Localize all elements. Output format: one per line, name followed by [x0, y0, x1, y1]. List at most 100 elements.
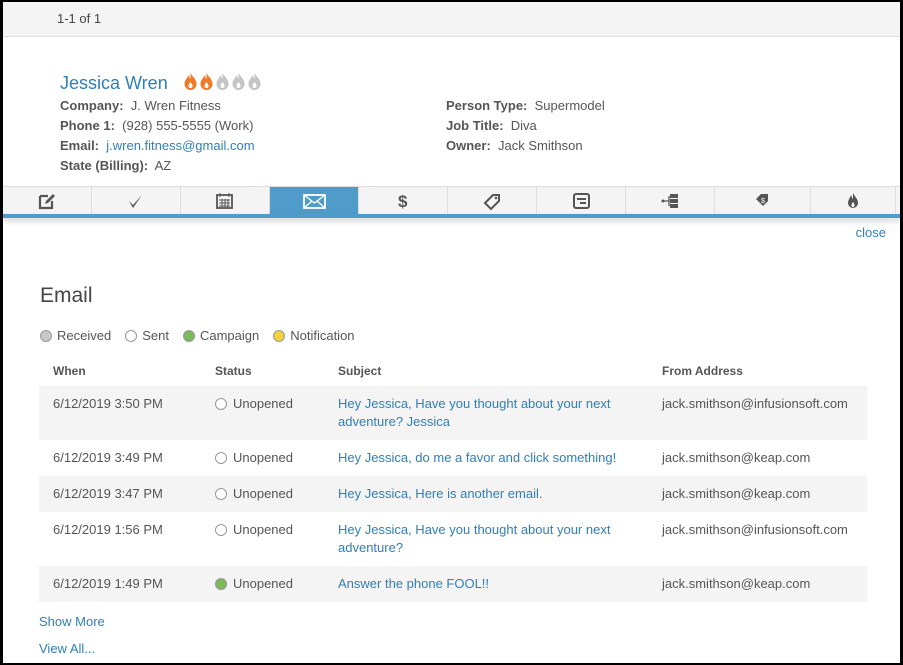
detail-value: J. Wren Fitness	[130, 98, 221, 113]
status-cell: Unopened	[215, 449, 324, 467]
legend-dot	[125, 329, 138, 342]
status-dot	[215, 398, 227, 410]
subject-link[interactable]: Hey Jessica, Here is another email.	[338, 486, 542, 501]
contact-details-right: Person Type: Supermodel Job Title: Diva Ow…	[446, 96, 605, 156]
contact-details-left: Company: J. Wren Fitness Phone 1: (928) 5…	[60, 96, 255, 176]
from-cell: jack.smithson@keap.com	[648, 476, 867, 512]
legend-dot	[182, 329, 195, 342]
detail-link[interactable]: j.wren.fitness@gmail.com	[106, 138, 254, 153]
tab-promo[interactable]: $	[715, 187, 811, 215]
detail-row: Owner: Jack Smithson	[446, 136, 605, 156]
task-icon	[129, 195, 142, 208]
legend-label: Sent	[142, 328, 169, 343]
detail-value: AZ	[154, 158, 172, 173]
subject-link[interactable]: Hey Jessica, Have you thought about your…	[338, 396, 610, 429]
when-cell: 6/12/2019 3:49 PM	[53, 450, 163, 465]
tab-note[interactable]	[3, 187, 92, 215]
tab-appointment[interactable]	[181, 187, 270, 215]
tab-email[interactable]	[270, 187, 359, 215]
flame-icon	[200, 73, 213, 90]
status-dot	[215, 452, 227, 464]
subject-link[interactable]: Hey Jessica, Have you thought about your…	[338, 522, 610, 555]
section-title: Email	[40, 284, 93, 307]
from-cell: jack.smithson@keap.com	[648, 566, 867, 602]
detail-value: Diva	[510, 118, 537, 133]
legend-label: Received	[57, 328, 112, 343]
detail-label: State (Billing):	[60, 158, 149, 173]
status-cell: Unopened	[215, 575, 324, 593]
flame-icon	[232, 73, 245, 90]
table-row[interactable]: 6/12/2019 1:56 PM Unopened Hey Jessica, …	[39, 512, 867, 566]
detail-row: Company: J. Wren Fitness	[60, 96, 255, 116]
when-cell: 6/12/2019 3:47 PM	[39, 476, 201, 512]
status-text: Unopened	[233, 486, 293, 501]
email-icon	[302, 194, 326, 209]
status-dot	[215, 578, 227, 590]
tab-form[interactable]	[537, 187, 626, 215]
detail-row: Job Title: Diva	[446, 116, 605, 136]
tab-sequence[interactable]	[626, 187, 715, 215]
from-cell: jack.smithson@infusionsoft.com	[648, 386, 867, 440]
pager-bar: 1-1 of 1	[3, 2, 900, 37]
lead-score	[183, 72, 262, 90]
detail-label: Owner:	[446, 138, 491, 153]
detail-label: Person Type:	[446, 98, 528, 113]
table-row[interactable]: 6/12/2019 3:50 PM Unopened Hey Jessica, …	[39, 386, 867, 440]
contact-name[interactable]: Jessica Wren	[60, 73, 168, 94]
detail-label: Company:	[60, 98, 124, 113]
status-text: Unopened	[233, 450, 293, 465]
show-more-link[interactable]: Show More	[39, 614, 105, 629]
detail-label: Email:	[60, 138, 100, 153]
tab-bar: $ $	[3, 186, 900, 215]
detail-value: Supermodel	[534, 98, 605, 113]
score-icon	[848, 193, 858, 208]
column-header: Subject	[338, 364, 382, 378]
tab-score[interactable]	[811, 187, 896, 215]
pager-text: 1-1 of 1	[57, 11, 102, 26]
table-row[interactable]: 6/12/2019 1:49 PM Unopened Answer the ph…	[39, 566, 867, 602]
status-cell: Unopened	[215, 485, 324, 503]
from-cell: jack.smithson@keap.com	[662, 450, 811, 465]
status-cell: Unopened	[215, 395, 324, 413]
status-text: Unopened	[233, 576, 293, 591]
legend-dot	[273, 329, 286, 342]
tag-icon	[483, 194, 500, 211]
status-dot	[215, 488, 227, 500]
contact-window: 1-1 of 1 Jessica Wren Company: J. Wren F…	[3, 2, 900, 663]
tab-underline	[3, 214, 900, 218]
tab-task[interactable]	[92, 187, 181, 215]
detail-value: (928) 555-5555 (Work)	[122, 118, 254, 133]
subject-link[interactable]: Hey Jessica, do me a favor and click som…	[338, 450, 616, 465]
flame-icon	[184, 73, 197, 90]
column-header: When	[53, 364, 86, 378]
status-cell: Unopened	[215, 521, 324, 539]
legend-dot	[40, 329, 52, 342]
tab-payment[interactable]: $	[359, 187, 448, 215]
status-text: Unopened	[233, 396, 293, 411]
column-header: Status	[215, 364, 252, 378]
table-row[interactable]: 6/12/2019 3:49 PM Unopened Hey Jessica, …	[39, 440, 867, 476]
status-legend: Received Sent Campaign Notification	[40, 328, 355, 343]
legend-label: Notification	[290, 328, 355, 343]
payment-icon: $	[398, 192, 408, 211]
legend-item: Sent	[125, 328, 169, 343]
status-text: Unopened	[233, 522, 293, 537]
tab-tag[interactable]	[448, 187, 537, 215]
column-header: From Address	[662, 364, 743, 378]
close-link[interactable]: close	[856, 225, 886, 240]
promo-icon: $	[755, 194, 768, 206]
appointment-icon	[216, 193, 233, 209]
legend-item: Received	[40, 328, 111, 343]
from-cell: jack.smithson@infusionsoft.com	[662, 522, 848, 537]
detail-label: Phone 1:	[60, 118, 115, 133]
view-all-link[interactable]: View All...	[39, 641, 95, 656]
subject-link[interactable]: Answer the phone FOOL!!	[338, 576, 489, 591]
table-row[interactable]: 6/12/2019 3:47 PM Unopened Hey Jessica, …	[39, 476, 867, 512]
detail-value: Jack Smithson	[498, 138, 583, 153]
detail-row: Phone 1: (928) 555-5555 (Work)	[60, 116, 255, 136]
flame-icon	[248, 73, 261, 90]
when-cell: 6/12/2019 3:50 PM	[39, 386, 201, 440]
legend-item: Campaign	[182, 328, 259, 343]
when-cell: 6/12/2019 1:56 PM	[53, 522, 163, 537]
detail-label: Job Title:	[446, 118, 504, 133]
